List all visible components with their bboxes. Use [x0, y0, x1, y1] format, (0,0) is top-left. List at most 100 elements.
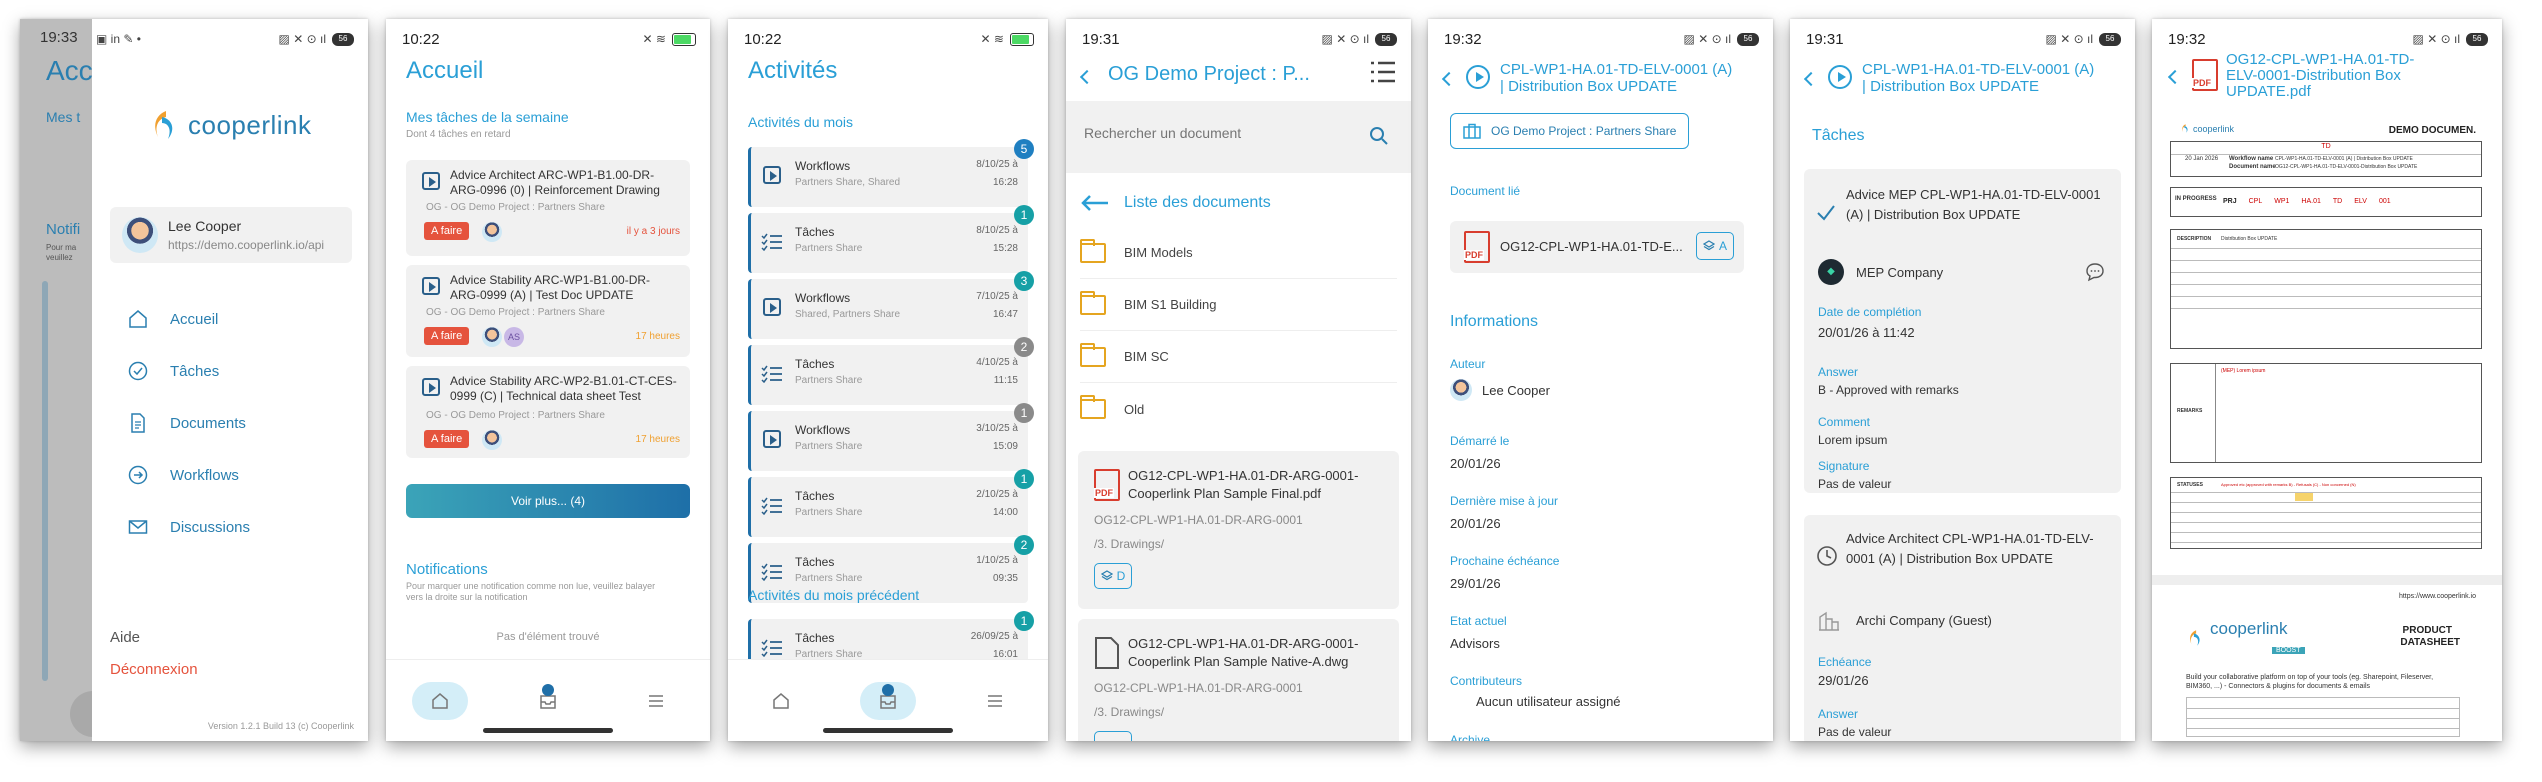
pdf-statuses-value: Approved etc (approved with remarks B) -… [2221, 482, 2356, 487]
pdf-line [2171, 542, 2481, 543]
activity-item[interactable]: Workflows Partners Share 3/10/25 à 15:09 1 [748, 403, 1034, 471]
folder-item[interactable]: Old [1080, 383, 1397, 435]
menu-item-taches[interactable]: Tâches [128, 345, 250, 397]
workflow-icon [763, 166, 781, 184]
task-project: OG - OG Demo Project : Partners Share [426, 202, 605, 213]
more-button[interactable]: Voir plus... (4) [406, 484, 690, 518]
pdf-code: WP1 [2274, 198, 2290, 205]
menu-item-documents[interactable]: Documents [128, 397, 250, 449]
comment-icon[interactable] [2085, 262, 2105, 282]
activity-count-badge: 1 [1014, 469, 1034, 489]
menu-item-accueil[interactable]: Accueil [128, 293, 250, 345]
pdf-remarks-value: (MEP) Lorem ipsum [2221, 368, 2266, 374]
back-button[interactable] [2167, 69, 2183, 87]
activity-time: 09:35 [992, 573, 1018, 584]
folder-item[interactable]: BIM SC [1080, 331, 1397, 383]
search-input[interactable] [1084, 125, 1344, 141]
activity-time: 11:15 [993, 375, 1018, 386]
menu-item-discussions[interactable]: Discussions [128, 501, 250, 553]
user-card[interactable]: Lee Cooper https://demo.cooperlink.io/ap… [110, 207, 352, 263]
activity-item[interactable]: Tâches Partners Share 4/10/25 à 11:15 2 [748, 337, 1034, 405]
status-badge: A faire [424, 327, 470, 345]
activity-item[interactable]: Tâches Partners Share 2/10/25 à 14:00 1 [748, 469, 1034, 537]
task-card[interactable]: Advice Stability ARC-WP1-B1.00-DR-ARG-09… [406, 265, 690, 357]
activity-type: Tâches [795, 631, 835, 645]
drawer: ▣ in ✎ • ▨ ✕ ⊙ ıl 56 cooperlink Lee Coope… [92, 19, 368, 741]
activity-count-badge: 5 [1014, 139, 1034, 159]
activity-item[interactable]: Workflows Partners Share, Shared 8/10/25 à… [748, 139, 1034, 207]
document-card[interactable]: PDF OG12-CPL-WP1-HA.01-DR-ARG-0001-Coope… [1078, 451, 1399, 609]
document-card[interactable]: OG12-CPL-WP1-HA.01-DR-ARG-0001-Cooperlin… [1078, 619, 1399, 741]
nav-menu[interactable] [628, 682, 684, 720]
activity-item[interactable]: Tâches Partners Share 8/10/25 à 15:28 1 [748, 205, 1034, 273]
pdf-line [2187, 728, 2459, 729]
folder-icon [1080, 395, 1106, 419]
menu-item-workflows[interactable]: Workflows [128, 449, 250, 501]
status-bar: 19:32 ▨ ✕ ⊙ ıl 56 [2152, 19, 2502, 49]
activity-date: 7/10/25 à [976, 291, 1018, 302]
list-header[interactable]: Liste des documents [1080, 194, 1271, 212]
chevron-left-icon [1079, 69, 1095, 85]
page-title-line2: | Distribution Box UPDATE [1862, 78, 2040, 95]
linked-doc-card[interactable]: PDF OG12-CPL-WP1-HA.01-TD-E... A [1450, 221, 1744, 273]
background-subtitle: Mes t [46, 109, 81, 125]
task-list-icon [761, 497, 782, 515]
nav-inbox[interactable] [520, 682, 576, 720]
pdf-description-label: DESCRIPTION [2177, 236, 2212, 242]
background-status-time: 19:33 [40, 29, 78, 46]
nav-menu[interactable] [967, 682, 1023, 720]
task-detail-card[interactable]: Advice Architect CPL-WP1-HA.01-TD-ELV-00… [1804, 515, 2121, 741]
activity-type: Tâches [795, 225, 835, 239]
pdf-page[interactable]: cooperlink DEMO DOCUMEN. TD 20 Jan 2026 … [2164, 111, 2490, 573]
pdf-line [2171, 492, 2481, 493]
nav-home[interactable] [412, 682, 468, 720]
pdf-code: PRJ [2223, 198, 2237, 205]
signal-icons: ▨ ✕ ⊙ ıl [2412, 32, 2460, 46]
field-value: Aucun utilisateur assigné [1476, 694, 1621, 709]
status-time: 19:32 [2168, 30, 2206, 48]
search-bar [1066, 101, 1411, 173]
logout-link[interactable]: Déconnexion [110, 661, 198, 678]
pdf-page-2[interactable]: https://www.cooperlink.io cooperlink BOO… [2164, 585, 2490, 741]
wifi-icon: ✕ ≋ [980, 32, 1004, 46]
project-button[interactable]: OG Demo Project : Partners Share [1450, 113, 1690, 149]
task-card[interactable]: Advice Stability ARC-WP2-B1.01-CT-CES-09… [406, 366, 690, 458]
pdf-divider [2215, 364, 2216, 462]
task-card[interactable]: Advice Architect ARC-WP1-B1.00-DR-ARG-09… [406, 160, 690, 256]
task-icon [422, 277, 440, 295]
activity-count-badge: 1 [1014, 403, 1034, 423]
folder-item[interactable]: BIM S1 Building [1080, 279, 1397, 331]
folder-item[interactable]: BIM Models [1080, 227, 1397, 279]
field-label: Démarré le [1450, 434, 1510, 448]
company-name: MEP Company [1856, 265, 1944, 280]
pdf-line [2187, 708, 2459, 709]
search-icon[interactable] [1369, 126, 1389, 146]
screen-taches-detail: 19:31 ▨ ✕ ⊙ ıl 56 CPL-WP1-HA.01-TD-ELV-00… [1790, 19, 2135, 741]
pdf-status-row: IN PROGRESS PRJ CPL WP1 HA.01 TD ELV 001 [2170, 187, 2482, 217]
activity-type: Tâches [795, 555, 835, 569]
bottom-nav [728, 659, 1048, 741]
chevron-left-icon [1441, 71, 1457, 87]
menu-item-label: Documents [170, 414, 246, 432]
user-url: https://demo.cooperlink.io/api [168, 238, 325, 252]
home-indicator [483, 728, 613, 733]
help-link[interactable]: Aide [110, 629, 140, 646]
nav-home[interactable] [753, 682, 809, 720]
pdf-code: 001 [2378, 198, 2391, 205]
activity-item[interactable]: Workflows Shared, Partners Share 7/10/25 à… [748, 271, 1034, 339]
pdf-logo: cooperlink [2180, 123, 2234, 134]
clock-icon [1817, 546, 1837, 566]
workflow-icon [763, 298, 781, 316]
empty-state: Pas d'élément trouvé [496, 631, 600, 643]
bottom-nav [386, 659, 710, 741]
task-title: Advice MEP CPL-WP1-HA.01-TD-ELV-0001 (A)… [1846, 187, 2101, 222]
list-view-button[interactable] [1369, 59, 1397, 90]
back-button[interactable] [1441, 71, 1457, 89]
status-time: 19:32 [1444, 30, 1482, 48]
back-button[interactable] [1803, 71, 1819, 89]
nav-inbox[interactable] [859, 682, 916, 720]
due-text: 17 heures [635, 331, 680, 342]
pdf-remarks-box: REMARKS (MEP) Lorem ipsum [2170, 363, 2482, 463]
task-detail-card[interactable]: Advice MEP CPL-WP1-HA.01-TD-ELV-0001 (A)… [1804, 169, 2121, 493]
back-button[interactable] [1079, 69, 1096, 85]
